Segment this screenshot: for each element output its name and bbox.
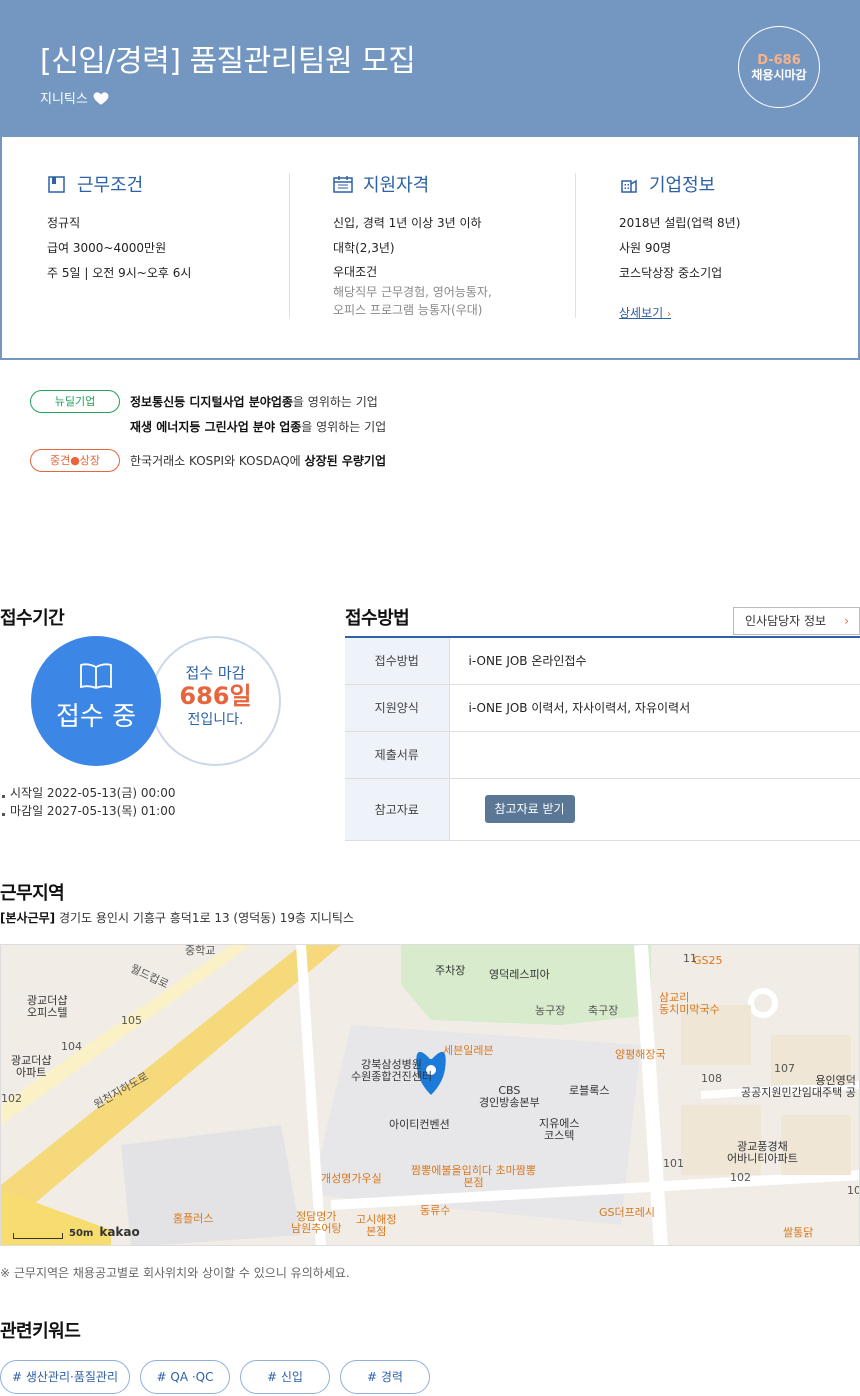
end-date: 마감일 2027-05-13(목) 01:00 <box>2 802 175 820</box>
apply-method-table: 접수방법 i-ONE JOB 온라인접수 지원양식 i-ONE JOB 이력서,… <box>345 636 860 841</box>
work-type: 정규직 <box>47 216 81 230</box>
column-divider <box>289 173 290 318</box>
company-info-title: 기업정보 <box>649 175 716 196</box>
table-row: 지원양식 i-ONE JOB 이력서, 자사이력서, 자유이력서 <box>345 684 860 732</box>
location-map[interactable]: 중학교 월드컵로 광교더샵 오피스텔 105 104 광교더샵 아파트 102 … <box>0 944 860 1246</box>
table-row: 참고자료 참고자료 받기 <box>345 778 860 841</box>
company-founded: 2018년 설립(업력 8년) <box>619 216 741 230</box>
work-address: [본사근무] 경기도 용인시 기흥구 흥덕1로 13 (영덕동) 19층 지니틱… <box>0 911 354 925</box>
job-summary-box: 근무조건 정규직 급여 3000~4000만원 주 5일 | 오전 9시~오후 … <box>0 137 860 360</box>
work-conditions: 근무조건 정규직 급여 3000~4000만원 주 5일 | 오전 9시~오후 … <box>47 171 191 286</box>
location-heading: 근무지역 <box>0 883 65 904</box>
table-row: 제출서류 <box>345 731 860 779</box>
keyword-tag[interactable]: # 생산관리·품질관리 <box>0 1360 130 1394</box>
keyword-tag[interactable]: # 신입 <box>240 1360 330 1394</box>
hr-contact-button[interactable]: 인사담당자 정보 › <box>733 607 860 635</box>
qual-education: 대학(2,3년) <box>333 241 395 255</box>
dday-status: 채용시마감 <box>751 68 807 82</box>
deadline-days: 686일 <box>179 682 252 710</box>
calendar-icon <box>333 176 353 193</box>
start-date: 시작일 2022-05-13(금) 00:00 <box>2 784 175 802</box>
column-divider <box>575 173 576 318</box>
bookmark-icon <box>48 176 65 193</box>
reference-download-button[interactable]: 참고자료 받기 <box>484 795 575 823</box>
keyword-list: # 생산관리·품질관리 # QA ·QC # 신입 # 경력 <box>0 1360 430 1394</box>
qual-preferred-2: 오피스 프로그램 능통자(우대) <box>333 303 483 317</box>
map-background <box>1 945 859 1245</box>
company-info: 기업정보 2018년 설립(업력 8년) 사원 90명 코스닥상장 중소기업 상… <box>619 171 740 321</box>
map-scale: 50m kakao <box>13 1225 140 1239</box>
qualifications-title: 지원자격 <box>363 175 430 196</box>
chevron-right-icon: › <box>667 309 671 320</box>
work-conditions-title: 근무조건 <box>77 175 144 196</box>
keyword-tag[interactable]: # 경력 <box>340 1360 430 1394</box>
building-icon <box>621 179 637 193</box>
period-dates: 시작일 2022-05-13(금) 00:00 마감일 2027-05-13(목… <box>2 784 175 820</box>
deadline-circle: 접수 마감 686일 전입니다. <box>150 636 281 766</box>
newdeal-pill: 뉴딜기업 <box>30 390 120 413</box>
company-type: 코스닥상장 중소기업 <box>619 266 723 280</box>
status-label: 접수 중 <box>55 702 137 732</box>
job-title: [신입/경력] 품질관리팀원 모집 <box>40 44 416 79</box>
table-row: 접수방법 i-ONE JOB 온라인접수 <box>345 637 860 685</box>
dday-badge: D-686 채용시마감 <box>738 26 820 108</box>
qual-preferred-1: 해당직무 근무경험, 영어능통자, <box>333 285 492 299</box>
dday-count: D-686 <box>757 53 801 68</box>
work-salary: 급여 3000~4000만원 <box>47 241 167 255</box>
kakao-logo: kakao <box>99 1225 140 1239</box>
keywords-heading: 관련키워드 <box>0 1321 81 1342</box>
qual-preferred-label: 우대조건 <box>333 265 378 279</box>
period-heading: 접수기간 <box>0 608 65 629</box>
job-header: [신입/경력] 품질관리팀원 모집 지니틱스 D-686 채용시마감 <box>0 0 860 137</box>
status-circle: 접수 중 <box>31 636 161 766</box>
location-notice: ※ 근무지역은 채용공고별로 회사위치와 상이할 수 있으니 유의하세요. <box>0 1266 350 1280</box>
work-hours: 주 5일 | 오전 9시~오후 6시 <box>47 266 192 280</box>
company-name-row: 지니틱스 <box>40 88 110 107</box>
keyword-tag[interactable]: # QA ·QC <box>140 1360 230 1394</box>
tag-row-newdeal: 뉴딜기업 정보통신등 디지털사업 분야업종을 영위하는 기업 <box>30 390 386 413</box>
tag-row-listed: 중견●상장 한국거래소 KOSPI와 KOSDAQ에 상장된 우량기업 <box>30 449 386 472</box>
qualifications: 지원자격 신입, 경력 1년 이상 3년 이하 대학(2,3년) 우대조건 해당… <box>333 171 492 319</box>
heart-icon[interactable] <box>92 89 110 107</box>
book-icon <box>80 663 112 689</box>
method-heading: 접수방법 <box>345 608 410 629</box>
company-tags: 뉴딜기업 정보통신등 디지털사업 분야업종을 영위하는 기업 재생 에너지등 그… <box>30 390 386 472</box>
listed-pill: 중견●상장 <box>30 449 120 472</box>
company-detail-link[interactable]: 상세보기 › <box>619 304 671 321</box>
company-employees: 사원 90명 <box>619 241 672 255</box>
qual-career: 신입, 경력 1년 이상 3년 이하 <box>333 216 482 230</box>
chevron-right-icon: › <box>844 614 849 628</box>
company-name[interactable]: 지니틱스 <box>40 88 88 107</box>
